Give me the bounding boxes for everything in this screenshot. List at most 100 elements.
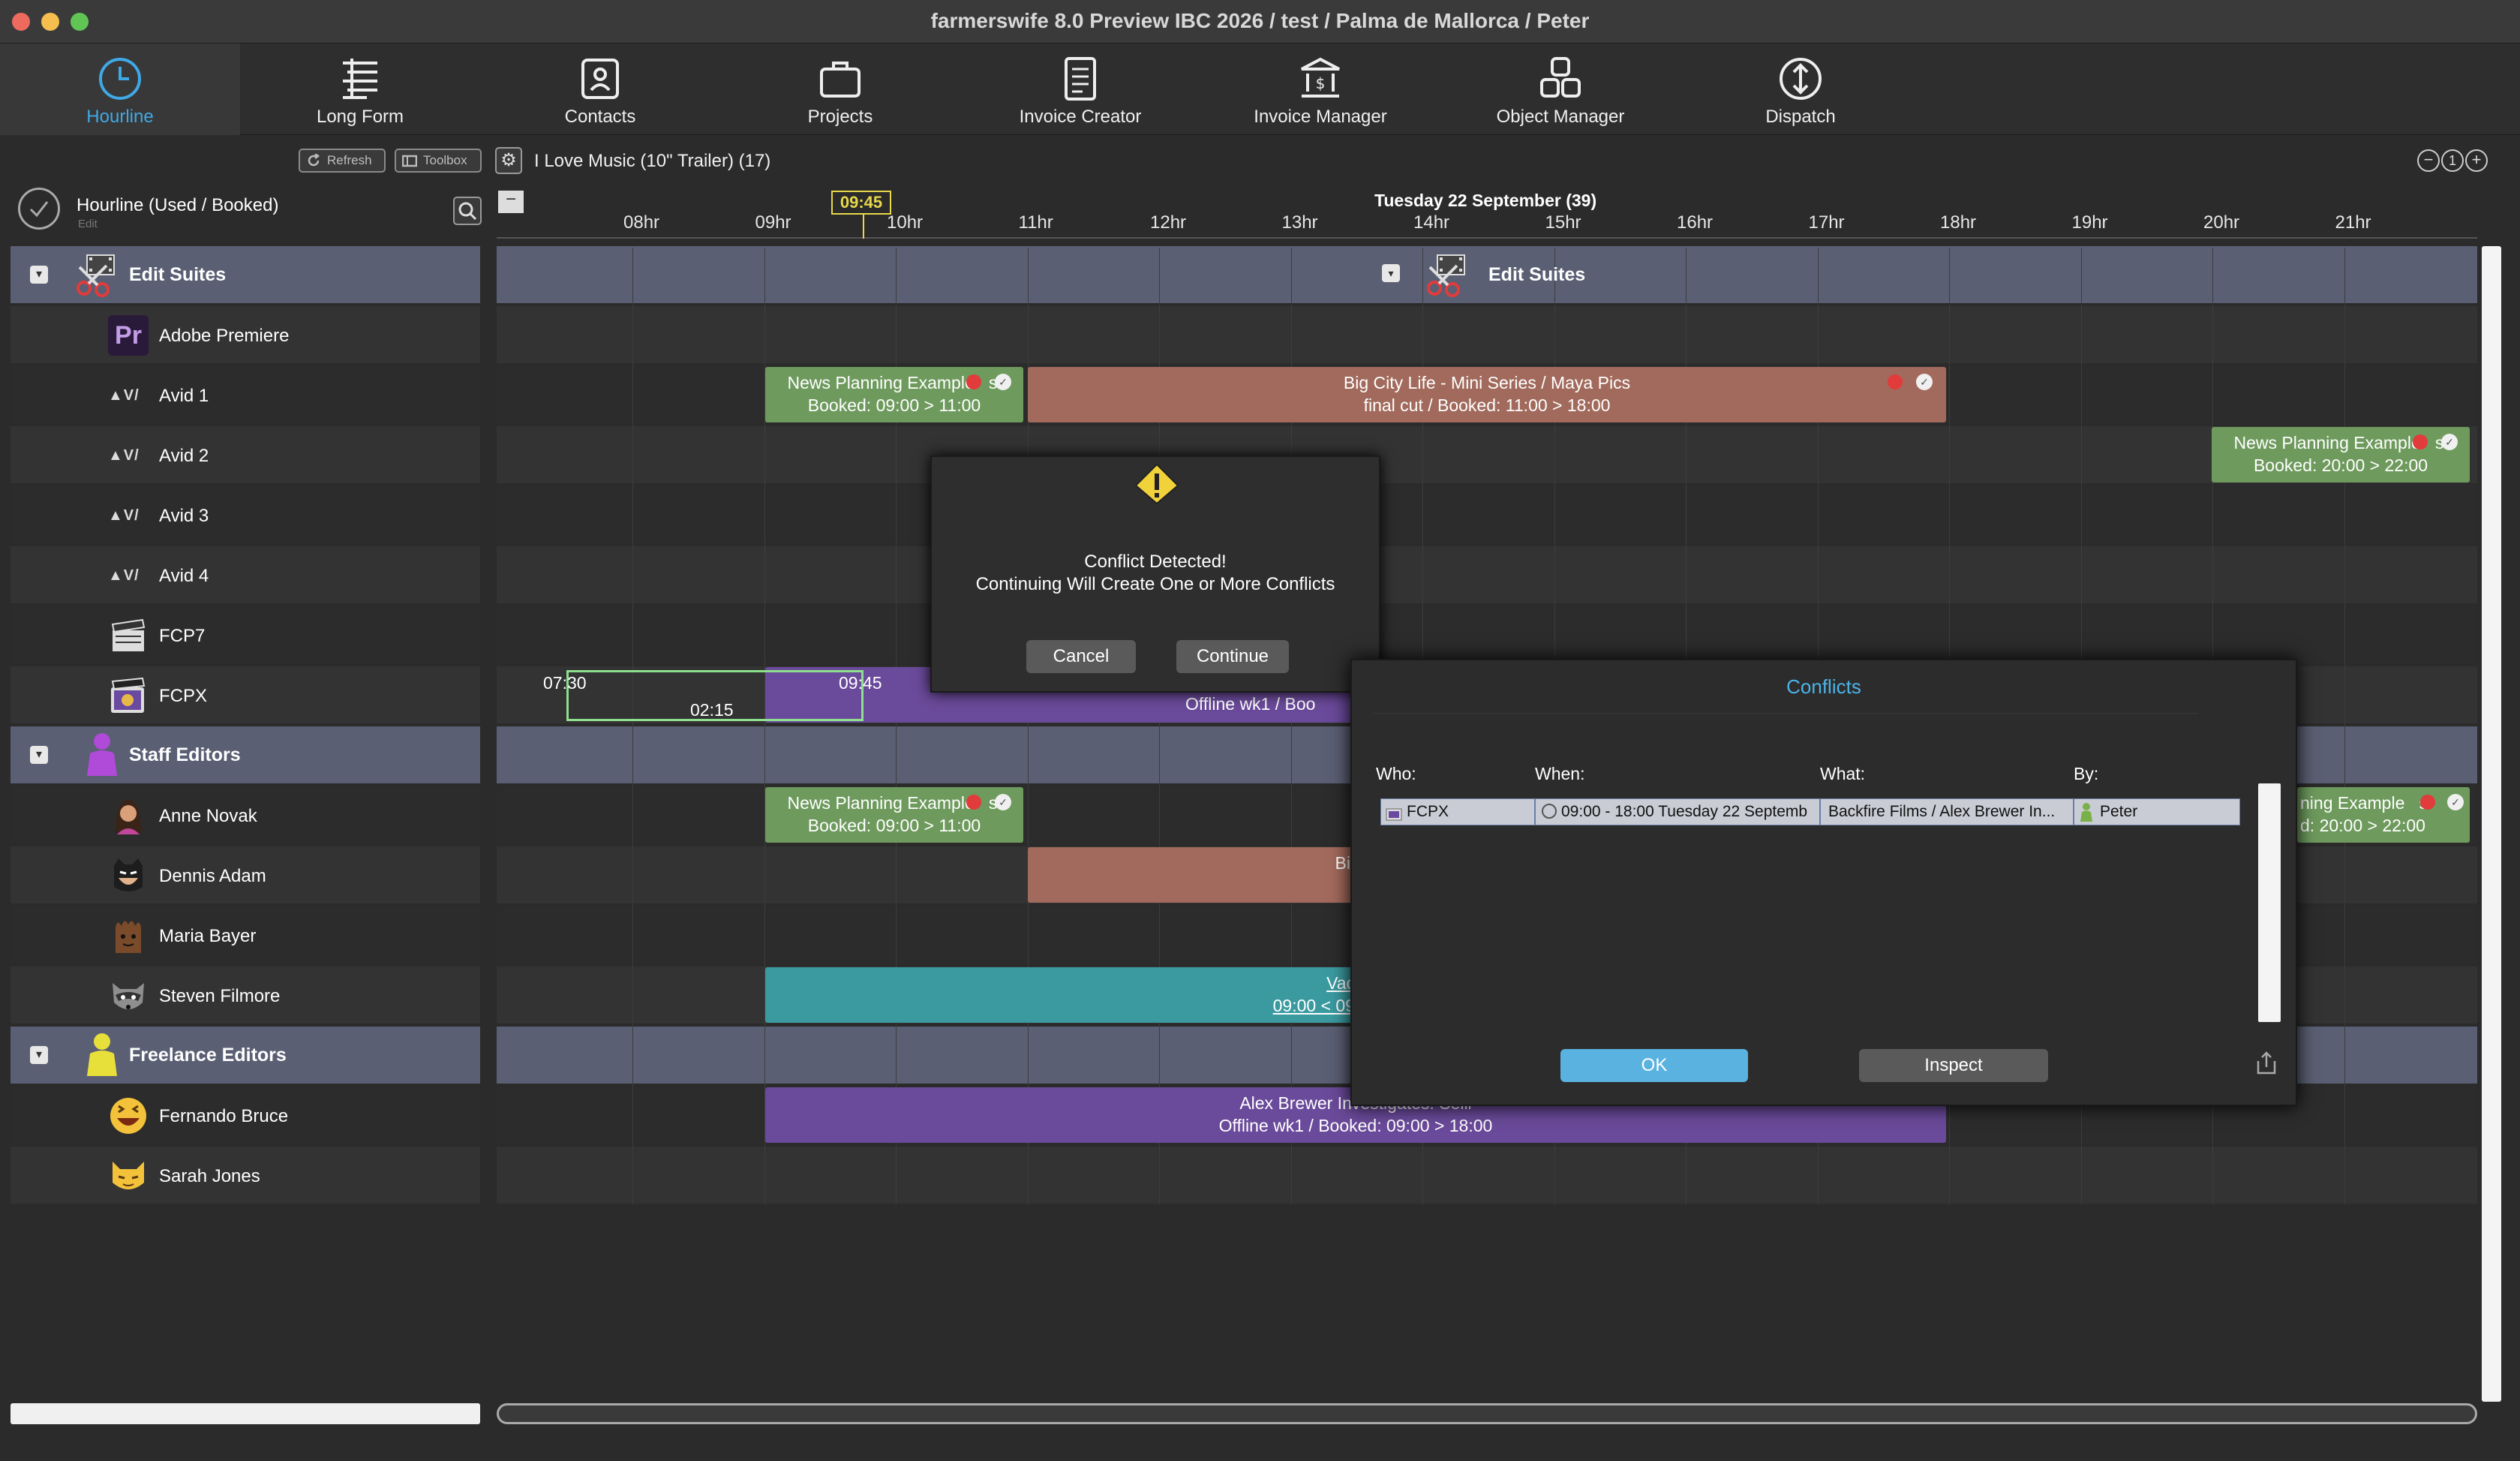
row-avid3[interactable]: [497, 486, 2477, 543]
column-what: What:: [1820, 764, 1866, 783]
warning-icon: [1134, 463, 1179, 505]
resource-fernando-bruce[interactable]: Fernando Bruce: [11, 1087, 480, 1144]
toolbox-label: Toolbox: [423, 153, 467, 167]
alert-line2: Continuing Will Create One or More Confl…: [975, 574, 1335, 594]
hour-label: 18hr: [1940, 212, 1977, 233]
contacts-icon: [581, 59, 619, 99]
window-title: farmerswife 8.0 Preview IBC 2026 / test …: [930, 9, 1590, 32]
booking-dennis-big-city-life[interactable]: Bi: [1028, 847, 1358, 903]
row-sarah-jones[interactable]: [497, 1147, 2477, 1204]
resource-adobe-premiere[interactable]: Pr Adobe Premiere: [11, 306, 480, 363]
row-adobe-premiere[interactable]: [497, 306, 2477, 363]
share-icon[interactable]: [2255, 1051, 2278, 1076]
booking-avid1-big-city-life[interactable]: Big City Life - Mini Series / Maya Pics …: [1028, 367, 1946, 422]
conflict-when: 09:00 - 18:00 Tuesday 22 Septemb: [1561, 803, 1808, 820]
zoom-reset-icon[interactable]: 1: [2441, 149, 2464, 172]
resource-avid3[interactable]: ▲V/▶ Avid 3: [11, 486, 480, 564]
group-label: Edit Suites: [129, 264, 227, 285]
search-icon: [458, 202, 477, 221]
status-check-icon: ✓: [2447, 794, 2464, 810]
invoice-icon: [1065, 57, 1096, 101]
group-edit-suites[interactable]: ▾ Edit Suites: [11, 246, 480, 303]
resource-sarah-jones[interactable]: Sarah Jones: [11, 1147, 480, 1204]
avatar-cat-icon: [108, 1156, 149, 1196]
fcpx-icon: [1386, 804, 1402, 821]
booking-anne-news-evening[interactable]: ning Example si d: 20:00 > 22:00 ✓: [2297, 787, 2470, 843]
toolbar-hourline[interactable]: Hourline: [0, 44, 240, 135]
row-fcp7[interactable]: [497, 606, 2477, 663]
group-freelance-editors[interactable]: ▾ Freelance Editors: [11, 1027, 480, 1084]
ok-button[interactable]: OK: [1560, 1049, 1748, 1082]
resource-avid1[interactable]: ▲V/▶ Avid 1: [11, 366, 480, 444]
clapperboard-icon: [108, 615, 149, 656]
person-icon: [2079, 802, 2094, 822]
timeline-group-toggle[interactable]: ▾: [1382, 264, 1400, 282]
booking-avid2-news[interactable]: News Planning Example si Booked: 20:00 >…: [2212, 427, 2470, 482]
avid-icon: ▲V/▶: [108, 507, 140, 564]
booking-anne-news[interactable]: News Planning Example si Booked: 09:00 >…: [765, 787, 1023, 843]
cancel-button[interactable]: Cancel: [1026, 640, 1136, 673]
resource-fcp7[interactable]: FCP7: [11, 606, 480, 663]
status-check-icon: ✓: [2441, 434, 2458, 450]
resource-dennis-adam[interactable]: Dennis Adam: [11, 846, 480, 903]
toolbar-invoice-manager[interactable]: $ Invoice Manager: [1200, 44, 1440, 135]
chevron-down-icon[interactable]: ▾: [30, 1046, 48, 1064]
left-horizontal-scrollbar[interactable]: [11, 1403, 480, 1424]
collapse-all-icon[interactable]: −: [498, 191, 524, 213]
conflicts-list-scrollbar[interactable]: [2258, 783, 2281, 1022]
resource-avid4[interactable]: ▲V/▶ Avid 4: [11, 546, 480, 624]
premiere-icon: Pr: [108, 315, 149, 356]
conflicts-title: Conflicts: [1786, 675, 1861, 698]
toolbar-object-manager[interactable]: Object Manager: [1440, 44, 1681, 135]
timeline-horizontal-scrollbar[interactable]: [497, 1403, 2477, 1424]
resource-anne-novak[interactable]: Anne Novak: [11, 786, 480, 843]
inspect-button[interactable]: Inspect: [1859, 1049, 2048, 1082]
row-avid4[interactable]: [497, 546, 2477, 603]
zoom-in-icon[interactable]: +: [2465, 149, 2488, 172]
conflict-by-cell[interactable]: Peter: [2074, 798, 2240, 825]
dispatch-icon: [1780, 58, 1822, 100]
resource-label: FCPX: [159, 686, 208, 706]
toolbar-label: Invoice Manager: [1254, 107, 1387, 127]
conflict-when-cell[interactable]: 09:00 - 18:00 Tuesday 22 Septemb: [1535, 798, 1820, 825]
booking-line2: Booked: 09:00 > 11:00: [807, 816, 981, 835]
refresh-button[interactable]: Refresh: [299, 149, 386, 173]
continue-button[interactable]: Continue: [1176, 640, 1289, 673]
window-titlebar: farmerswife 8.0 Preview IBC 2026 / test …: [0, 0, 2520, 44]
avatar-raccoon-icon: [108, 976, 149, 1016]
current-time-marker: 09:45: [831, 191, 891, 215]
resource-maria-bayer[interactable]: Maria Bayer: [11, 906, 480, 963]
conflict-what-cell[interactable]: Backfire Films / Alex Brewer In...: [1820, 798, 2074, 825]
toolbar-invoice-creator[interactable]: Invoice Creator: [960, 44, 1200, 135]
chevron-down-icon[interactable]: ▾: [30, 266, 48, 284]
timeline-vertical-scrollbar[interactable]: [2482, 246, 2501, 1402]
zoom-out-icon[interactable]: −: [2417, 149, 2440, 172]
resource-fcpx[interactable]: FCPX: [11, 666, 480, 723]
toolbar-dispatch[interactable]: Dispatch: [1681, 44, 1921, 135]
avatar-tree-icon: [108, 915, 149, 956]
objects-icon: [1540, 57, 1581, 98]
toolbox-button[interactable]: Toolbox: [395, 149, 482, 173]
hour-label: 12hr: [1150, 212, 1187, 233]
conflict-who-cell[interactable]: FCPX: [1380, 798, 1535, 825]
resource-label: Avid 1: [159, 386, 209, 406]
column-by: By:: [2074, 764, 2099, 783]
booking-steven-vacation[interactable]: Vac 09:00 < 09: [765, 967, 1358, 1023]
group-staff-editors[interactable]: ▾ Staff Editors: [11, 726, 480, 783]
toolbar-long-form[interactable]: Long Form: [240, 44, 480, 135]
toolbar-contacts[interactable]: Contacts: [480, 44, 720, 135]
resource-avid2[interactable]: ▲V/▶ Avid 2: [11, 426, 480, 504]
conflict-by: Peter: [2100, 803, 2138, 820]
toolbar-label: Invoice Creator: [1019, 107, 1142, 127]
search-button[interactable]: [453, 197, 482, 225]
toolbar-projects[interactable]: Projects: [720, 44, 960, 135]
chevron-down-icon[interactable]: ▾: [30, 746, 48, 764]
row-avid2[interactable]: [497, 426, 2477, 483]
toolbox-icon: [401, 154, 418, 167]
resource-steven-filmore[interactable]: Steven Filmore: [11, 966, 480, 1024]
bank-icon: $: [1301, 57, 1340, 98]
project-title: I Love Music (10" Trailer) (17): [534, 151, 771, 171]
resource-label: Adobe Premiere: [159, 326, 290, 346]
booking-avid1-news[interactable]: News Planning Example si Booked: 09:00 >…: [765, 367, 1023, 422]
settings-gear-button[interactable]: ⚙: [495, 147, 522, 174]
